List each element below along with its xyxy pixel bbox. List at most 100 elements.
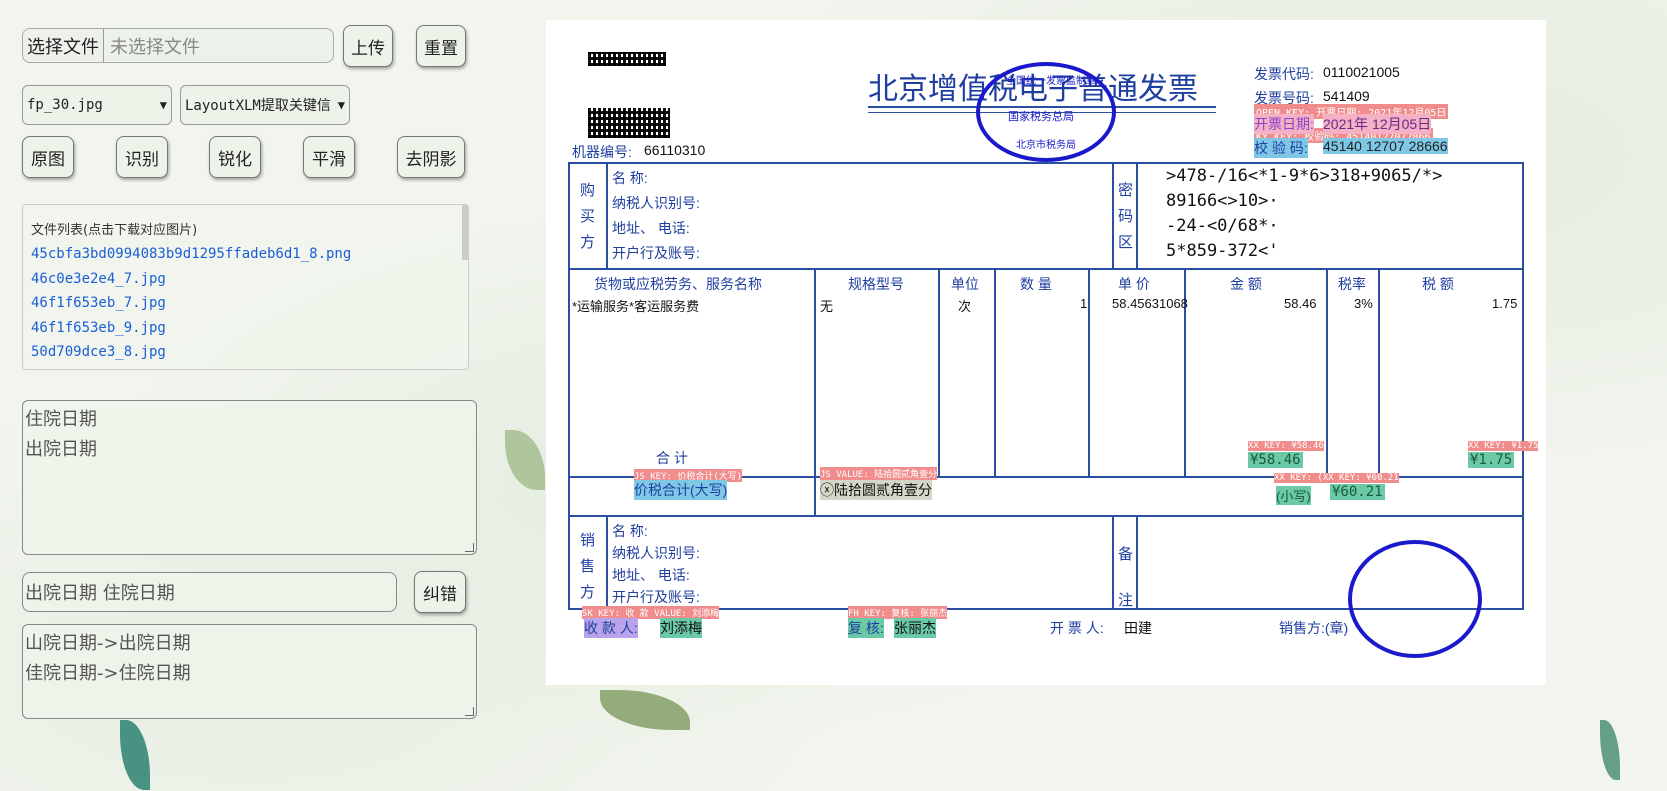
file-status-label: 未选择文件	[110, 36, 200, 58]
overlay-key: XX KEY: (XX KEY: ¥60.21	[1274, 473, 1399, 483]
overlay-value: JS VALUE: 陆拾圆贰角壹分	[820, 467, 938, 480]
overlay-key: XX KEY: ¥58.46	[1248, 441, 1324, 451]
header-unit: 单位	[951, 276, 979, 292]
overlay-key: XX KEY: ¥1.75	[1468, 441, 1539, 451]
textarea-line: 出院日期	[25, 439, 97, 460]
stamp-text: 北京市税务局	[1016, 140, 1076, 151]
item-rate: 3%	[1354, 296, 1373, 311]
item-amount: 58.46	[1284, 296, 1317, 311]
invoice-code-label: 发票代码:	[1254, 66, 1314, 82]
file-list-panel: 文件列表(点击下载对应图片) 45cbfa3bd0994083b9d1295ff…	[22, 204, 469, 370]
smooth-button[interactable]: 平滑	[303, 136, 355, 178]
header-tax: 税 额	[1422, 276, 1454, 292]
item-name: *运输服务*客运服务费	[572, 299, 700, 314]
file-list-header: 文件列表(点击下载对应图片)	[31, 223, 198, 238]
grid-line	[1136, 162, 1138, 268]
invoice-date-label: 开票日期:	[1254, 114, 1314, 134]
buyer-side-label: 购买方	[580, 182, 596, 251]
tax-total-label: 价税合计(大写)	[634, 480, 728, 500]
upload-button[interactable]: 上传	[343, 25, 393, 67]
seller-fields: 名 称: 纳税人识别号: 地址、 电话: 开户行及账号:	[612, 523, 700, 605]
grid-line	[568, 268, 1524, 270]
total-tax: ¥1.75	[1468, 452, 1515, 468]
drawer-label: 开 票 人:	[1050, 620, 1104, 636]
file-link[interactable]: 45cbfa3bd0994083b9d1295ffadeb6d1_8.png	[31, 242, 468, 267]
grid-line	[1112, 162, 1114, 268]
grid-line	[1378, 268, 1380, 476]
textarea-line: 山院日期->出院日期	[25, 633, 191, 654]
invoice-code-value: 0110021005	[1323, 64, 1400, 80]
original-button[interactable]: 原图	[22, 136, 74, 178]
stamp-text: 全国统一发票监制章	[1006, 76, 1096, 87]
deshadow-button[interactable]: 去阴影	[397, 136, 465, 178]
grid-line	[994, 268, 996, 476]
grid-line	[814, 268, 816, 515]
sharpen-button[interactable]: 锐化	[209, 136, 261, 178]
file-link[interactable]: 46f1f653eb_9.jpg	[31, 316, 468, 341]
file-link[interactable]: 46c0e3e2e4_7.jpg	[31, 267, 468, 292]
qr-code-icon	[588, 108, 670, 138]
header-rate: 税率	[1338, 276, 1366, 292]
scrollbar[interactable]	[462, 205, 468, 260]
item-spec: 无	[820, 299, 834, 314]
password-side-label: 密码区	[1118, 182, 1134, 251]
correct-input[interactable]: 出院日期 住院日期	[22, 572, 397, 612]
invoice-date-value: 2021年 12月05日	[1323, 114, 1432, 134]
small-value: ¥60.21	[1330, 484, 1385, 500]
seller-stamp	[1348, 540, 1482, 658]
check-code-label: 校 验 码:	[1254, 138, 1308, 158]
mode-select[interactable]: LayoutXLM提取关键信 ▼	[180, 85, 350, 125]
buyer-fields: 名 称: 纳税人识别号: 地址、 电话: 开户行及账号:	[612, 170, 700, 261]
item-unit: 次	[958, 299, 972, 314]
resize-handle-icon[interactable]	[465, 707, 474, 716]
machine-number-label: 机器编号:	[572, 144, 632, 160]
recognize-button[interactable]: 识别	[116, 136, 168, 178]
grid-line	[1088, 268, 1090, 476]
qr-code-icon	[588, 52, 666, 66]
payee-label: 收 款 人:	[584, 618, 638, 638]
grid-line	[1136, 515, 1138, 610]
tax-total-upper: ⓧ陆拾圆贰角壹分	[820, 480, 932, 500]
item-tax: 1.75	[1492, 296, 1518, 311]
reset-button[interactable]: 重置	[416, 25, 466, 67]
textarea-line: 住院日期	[25, 409, 97, 430]
header-amount: 金 额	[1230, 276, 1262, 292]
machine-number-value: 66110310	[644, 142, 706, 158]
grid-line	[1112, 515, 1114, 610]
check-code-value: 45140 12707 28666	[1323, 138, 1448, 154]
textarea-line: 佳院日期->住院日期	[25, 663, 191, 684]
choose-file-button[interactable]: 选择文件	[23, 29, 104, 62]
total-amount: ¥58.46	[1248, 452, 1303, 468]
reviewer-label: 复 核:	[848, 618, 884, 638]
header-spec: 规格型号	[848, 276, 904, 292]
chevron-down-icon: ▼	[159, 98, 167, 112]
grid-line	[938, 268, 940, 476]
item-qty: 1	[1080, 296, 1088, 311]
file-input[interactable]: 选择文件 未选择文件	[22, 28, 334, 63]
mode-select-value: LayoutXLM提取关键信	[185, 98, 331, 114]
chevron-down-icon: ▼	[337, 98, 345, 112]
header-qty: 数 量	[1020, 276, 1052, 292]
file-select[interactable]: fp_30.jpg ▼	[22, 85, 172, 125]
seller-side-label: 销售方	[580, 532, 596, 601]
file-link[interactable]: 46f1f653eb_7.jpg	[31, 291, 468, 316]
header-goods: 货物或应税劳务、服务名称	[594, 276, 762, 292]
invoice-number-label: 发票号码:	[1254, 90, 1314, 106]
result-textarea[interactable]: 山院日期->出院日期 佳院日期->住院日期	[22, 624, 477, 719]
grid-line	[1326, 268, 1328, 476]
correct-button[interactable]: 纠错	[414, 571, 466, 613]
small-label: (小写)	[1276, 486, 1311, 505]
resize-handle-icon[interactable]	[465, 543, 474, 552]
invoice-image: 北京增值税电子普通发票 全国统一发票监制章 国家税务总局 北京市税务局 OPEN…	[546, 20, 1546, 685]
header-price: 单 价	[1118, 276, 1150, 292]
reviewer-value: 张丽杰	[894, 618, 936, 638]
payee-value: 刘添梅	[660, 618, 702, 638]
file-link[interactable]: 50d709dce3_8.jpg	[31, 340, 468, 365]
grid-line	[606, 162, 608, 268]
item-price: 58.45631068	[1112, 296, 1188, 311]
password-code: >478-/16<*1-9*6>318+9065/*> 89166<>10>· -2…	[1166, 166, 1443, 261]
total-label: 合 计	[656, 450, 688, 466]
grid-line	[568, 515, 1524, 517]
drawer-value: 田建	[1124, 620, 1152, 636]
keys-textarea[interactable]: 住院日期 出院日期	[22, 400, 477, 555]
